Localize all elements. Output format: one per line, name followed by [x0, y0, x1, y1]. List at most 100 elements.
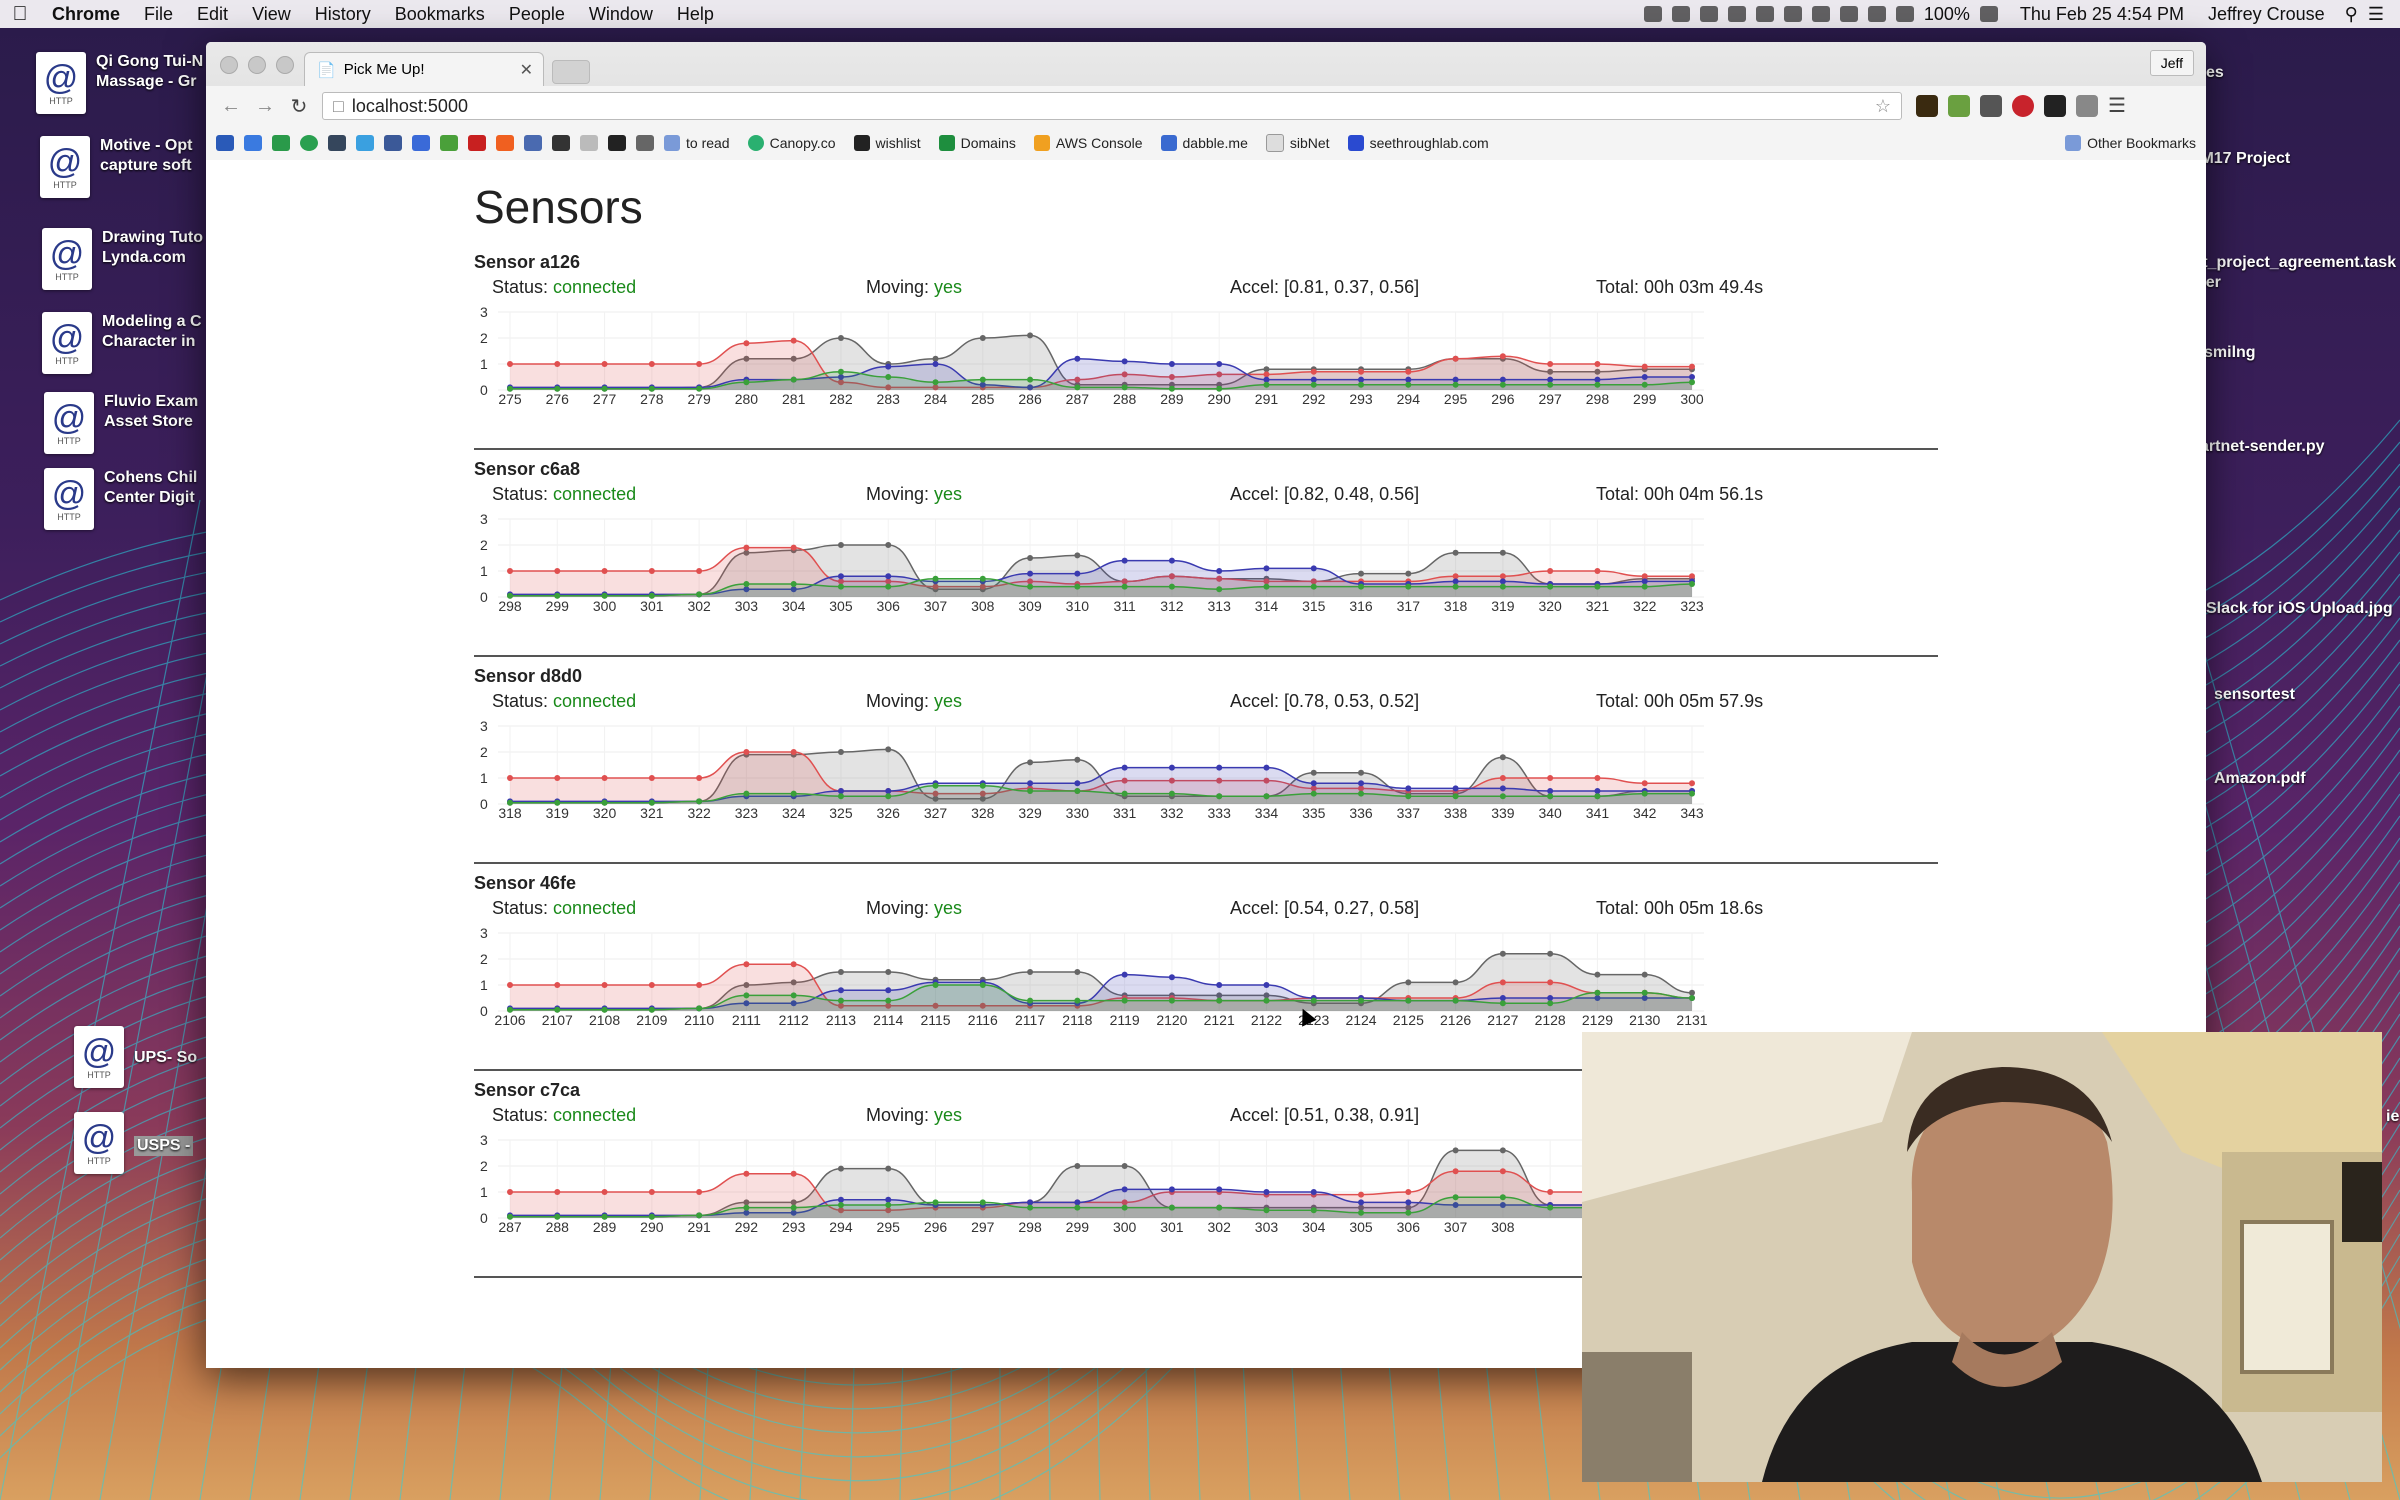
pocket-icon[interactable]: [1980, 95, 2002, 117]
desktop-file-icon[interactable]: @ HTTP Cohens Chil Center Digit: [44, 468, 197, 530]
other-bookmarks-folder[interactable]: Other Bookmarks: [2065, 135, 2196, 151]
series-blue-point[interactable]: [1168, 764, 1175, 771]
series-green-point[interactable]: [1594, 989, 1601, 996]
series-green-point[interactable]: [1027, 376, 1034, 383]
series-red-point[interactable]: [790, 1170, 797, 1177]
series-gray-point[interactable]: [1405, 979, 1412, 986]
series-green-point[interactable]: [1121, 583, 1128, 590]
series-gray-point[interactable]: [885, 746, 892, 753]
series-blue-point[interactable]: [1263, 376, 1270, 383]
series-green-point[interactable]: [1027, 583, 1034, 590]
series-gray-point[interactable]: [1641, 971, 1648, 978]
series-blue-point[interactable]: [885, 573, 892, 580]
series-red-point[interactable]: [1499, 353, 1506, 360]
series-blue-point[interactable]: [1499, 376, 1506, 383]
series-gray-point[interactable]: [1074, 552, 1081, 559]
desktop-file-label[interactable]: smilng: [2204, 344, 2256, 362]
series-red-point[interactable]: [507, 568, 513, 574]
series-blue-point[interactable]: [1263, 1189, 1270, 1195]
series-red-point[interactable]: [507, 982, 513, 988]
series-gray-point[interactable]: [1499, 1147, 1506, 1154]
series-blue-point[interactable]: [1310, 1189, 1317, 1195]
bookmark-seethroughlab[interactable]: seethroughlab.com: [1347, 135, 1489, 151]
series-red-point[interactable]: [696, 568, 703, 574]
series-green-point[interactable]: [790, 1204, 797, 1211]
series-green-point[interactable]: [1263, 793, 1270, 800]
tumblr-bookmark-icon[interactable]: [328, 135, 346, 151]
series-green-point[interactable]: [1452, 1194, 1459, 1201]
series-green-point[interactable]: [1358, 381, 1365, 388]
series-red-point[interactable]: [1547, 775, 1554, 781]
series-green-point[interactable]: [1641, 381, 1648, 388]
series-green-point[interactable]: [1499, 1000, 1506, 1007]
desktop-file-label[interactable]: Amazon.pdf: [2214, 770, 2306, 788]
series-green-point[interactable]: [790, 376, 797, 383]
bookmark-domains[interactable]: Domains: [938, 135, 1016, 151]
series-gray-point[interactable]: [1027, 332, 1034, 339]
series-blue-point[interactable]: [1216, 764, 1223, 771]
series-gray-point[interactable]: [837, 1165, 844, 1172]
series-green-point[interactable]: [1452, 583, 1459, 590]
series-red-point[interactable]: [1405, 368, 1412, 375]
series-gray-point[interactable]: [885, 969, 892, 975]
series-red-point[interactable]: [1452, 1168, 1459, 1175]
series-red-point[interactable]: [601, 361, 608, 367]
series-blue-point[interactable]: [1168, 361, 1175, 367]
series-blue-point[interactable]: [1168, 974, 1175, 981]
series-gray-point[interactable]: [1074, 756, 1081, 763]
backup-tray-icon[interactable]: [1727, 6, 1746, 22]
series-gray-point[interactable]: [1027, 759, 1034, 766]
series-green-point[interactable]: [1074, 1204, 1081, 1211]
series-green-point[interactable]: [1168, 1204, 1175, 1211]
series-green-point[interactable]: [1263, 997, 1270, 1004]
series-red-point[interactable]: [601, 1189, 608, 1195]
series-green-point[interactable]: [1499, 793, 1506, 800]
series-red-point[interactable]: [1358, 368, 1365, 375]
series-red-point[interactable]: [1547, 361, 1554, 367]
series-red-point[interactable]: [1641, 573, 1648, 580]
desktop-file-label[interactable]: sensortest: [2214, 686, 2295, 704]
series-green-point[interactable]: [696, 798, 703, 805]
menu-edit[interactable]: Edit: [185, 4, 240, 25]
series-green-point[interactable]: [1216, 793, 1223, 800]
series-red-point[interactable]: [1641, 363, 1648, 370]
series-red-point[interactable]: [1594, 775, 1601, 781]
desktop-file-label[interactable]: artnet-sender.py: [2200, 438, 2324, 456]
series-red-point[interactable]: [601, 568, 608, 574]
series-red-point[interactable]: [507, 1189, 513, 1195]
series-green-point[interactable]: [790, 581, 797, 587]
series-green-point[interactable]: [1358, 997, 1365, 1004]
series-gray-point[interactable]: [1594, 971, 1601, 978]
series-blue-point[interactable]: [1216, 568, 1223, 574]
series-blue-point[interactable]: [1263, 764, 1270, 771]
series-green-point[interactable]: [1499, 1194, 1506, 1201]
dropbox-tray-icon[interactable]: [1671, 6, 1690, 22]
series-green-point[interactable]: [743, 992, 750, 999]
series-green-point[interactable]: [696, 1212, 703, 1219]
series-red-point[interactable]: [1263, 371, 1270, 378]
series-gray-point[interactable]: [1452, 549, 1459, 556]
series-green-point[interactable]: [1074, 384, 1081, 391]
desktop-file-icon[interactable]: @ HTTP Qi Gong Tui-N Massage - Gr: [36, 52, 203, 114]
series-red-point[interactable]: [743, 749, 750, 755]
series-blue-point[interactable]: [837, 1196, 844, 1203]
bookmark-aws[interactable]: AWS Console: [1033, 135, 1143, 151]
series-red-point[interactable]: [648, 775, 655, 781]
series-gray-point[interactable]: [837, 969, 844, 975]
minimize-window-button[interactable]: [248, 56, 266, 74]
series-red-point[interactable]: [648, 1189, 655, 1195]
series-red-point[interactable]: [1547, 979, 1554, 986]
series-gray-point[interactable]: [1499, 549, 1506, 556]
series-red-point[interactable]: [1689, 363, 1695, 370]
series-green-point[interactable]: [1547, 583, 1554, 590]
series-green-point[interactable]: [1641, 790, 1648, 797]
series-blue-point[interactable]: [837, 788, 844, 794]
h-bookmark-icon[interactable]: [440, 135, 458, 151]
series-green-point[interactable]: [932, 1199, 939, 1206]
series-gray-point[interactable]: [1452, 1147, 1459, 1154]
series-blue-point[interactable]: [1594, 376, 1601, 383]
series-green-point[interactable]: [885, 1202, 892, 1208]
info-tray-icon[interactable]: [1755, 6, 1774, 22]
series-green-point[interactable]: [1499, 583, 1506, 590]
series-blue-point[interactable]: [885, 363, 892, 370]
